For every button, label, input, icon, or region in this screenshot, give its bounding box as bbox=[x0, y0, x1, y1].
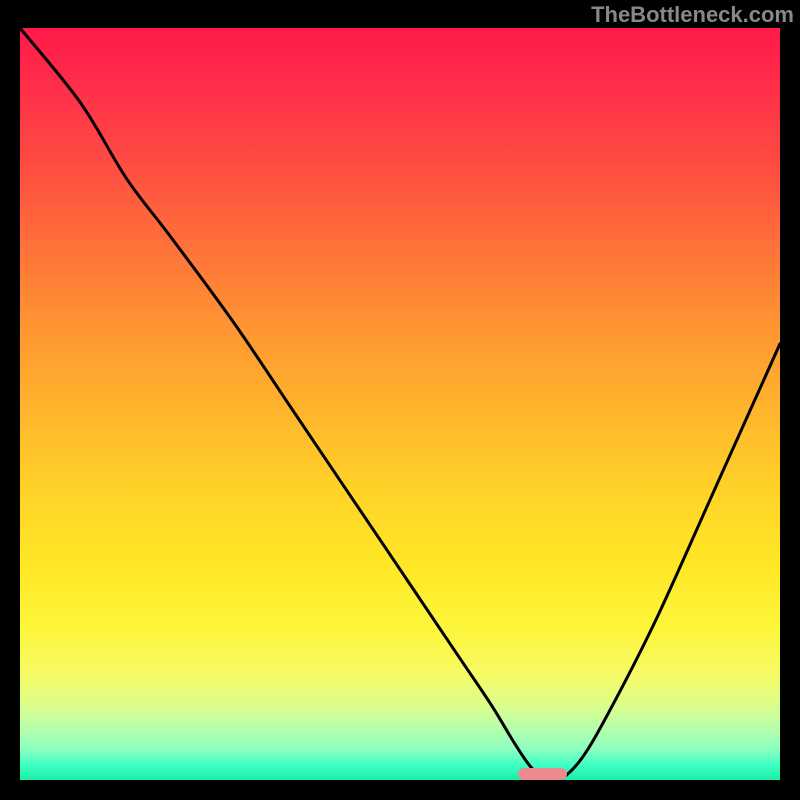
chart-frame: TheBottleneck.com bbox=[0, 0, 800, 800]
bottleneck-curve bbox=[20, 28, 780, 780]
optimal-range-marker bbox=[518, 768, 567, 780]
plot-area bbox=[20, 28, 780, 780]
watermark-text: TheBottleneck.com bbox=[591, 2, 794, 28]
